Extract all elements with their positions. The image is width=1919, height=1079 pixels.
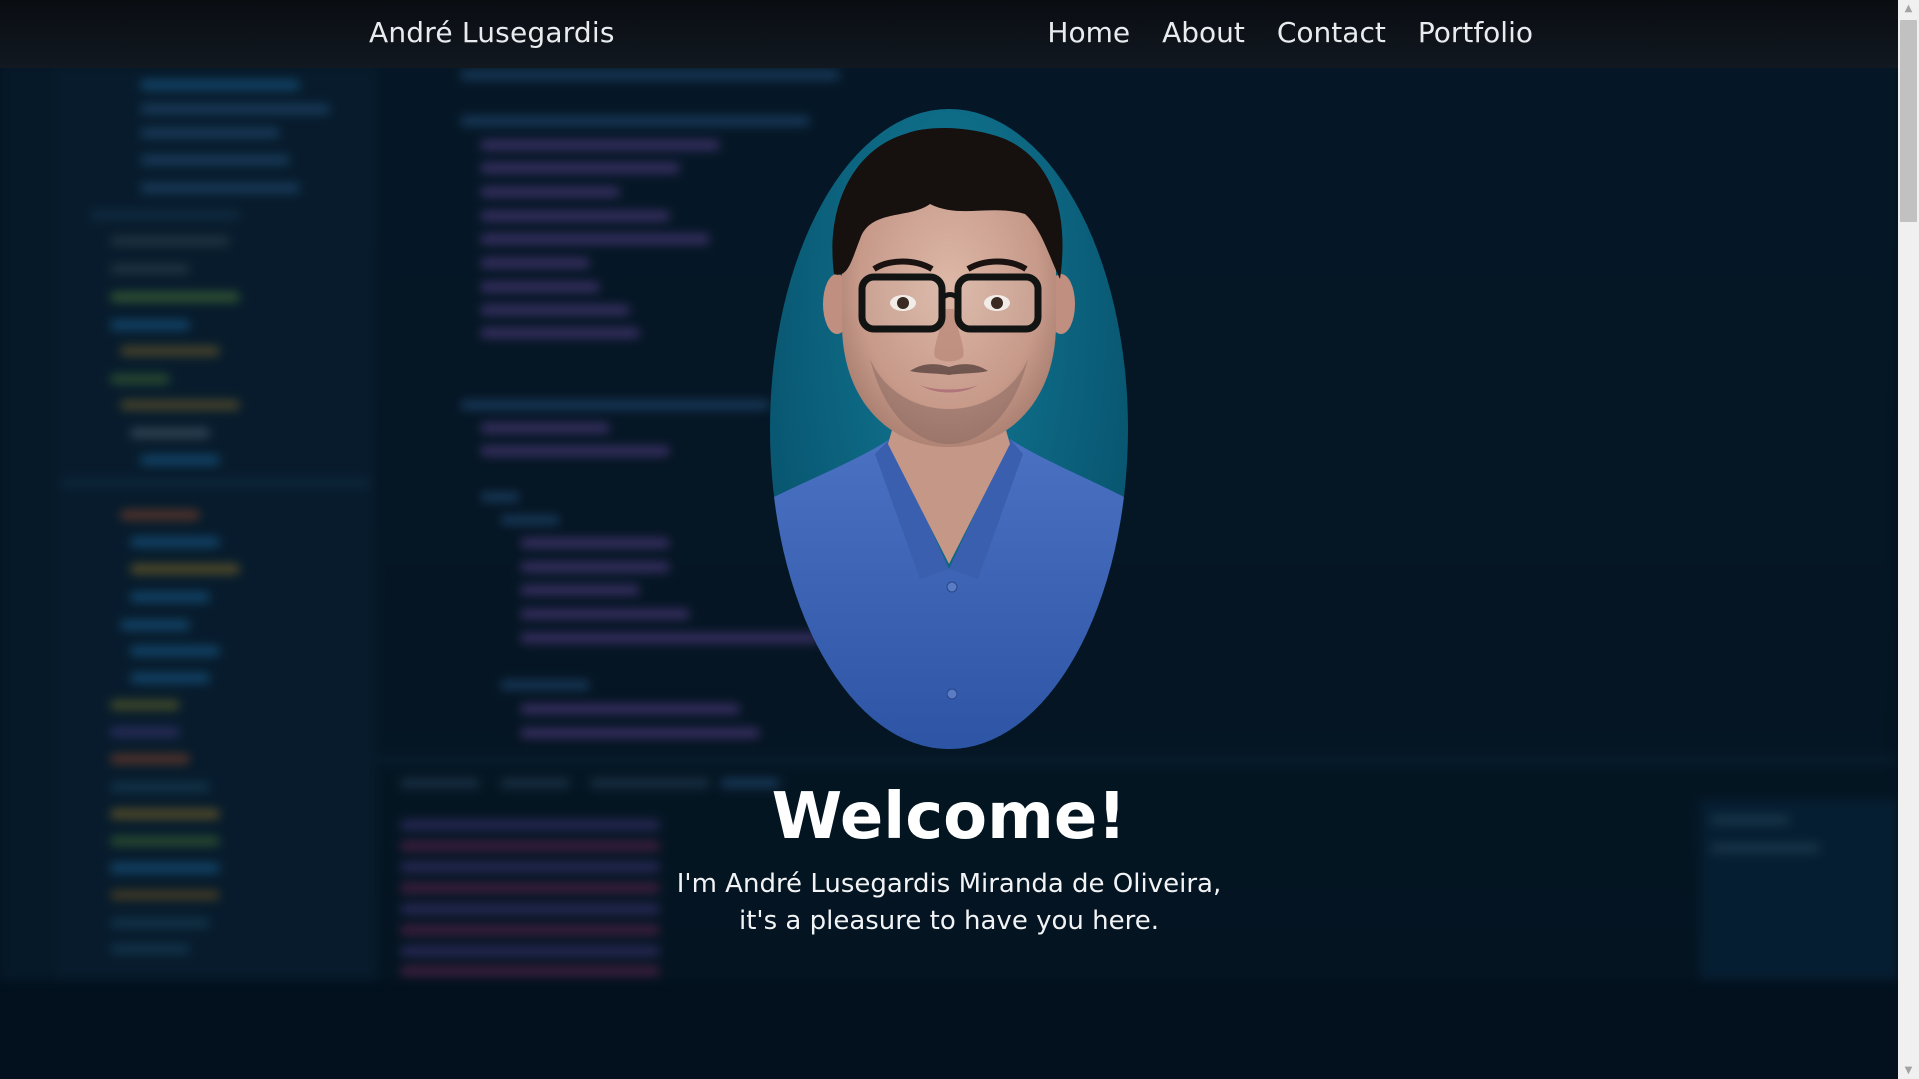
welcome-heading: Welcome!	[771, 780, 1127, 854]
intro-line-1: I'm André Lusegardis Miranda de Oliveira…	[676, 869, 1222, 899]
top-navbar: André Lusegardis Home About Contact Port…	[0, 0, 1898, 68]
profile-photo	[770, 109, 1128, 749]
page: André Lusegardis Home About Contact Port…	[0, 0, 1919, 1079]
nav-links: Home About Contact Portfolio	[1047, 16, 1533, 49]
scrollbar-thumb[interactable]	[1900, 20, 1917, 222]
chevron-up-icon[interactable]: ▲	[1898, 0, 1919, 17]
bg-panel-divider	[376, 758, 1898, 761]
vertical-scrollbar[interactable]: ▲ ▼	[1898, 0, 1919, 1079]
nav-link-home[interactable]: Home	[1047, 16, 1130, 49]
chevron-down-icon[interactable]: ▼	[1898, 1062, 1919, 1079]
profile-portrait-illustration	[770, 127, 1128, 749]
nav-link-portfolio[interactable]: Portfolio	[1418, 16, 1533, 49]
intro-text: I'm André Lusegardis Miranda de Oliveira…	[0, 866, 1898, 940]
site-brand[interactable]: André Lusegardis	[369, 16, 615, 49]
nav-link-about[interactable]: About	[1162, 16, 1245, 49]
nav-link-contact[interactable]: Contact	[1277, 16, 1386, 49]
intro-line-2: it's a pleasure to have you here.	[739, 906, 1159, 936]
